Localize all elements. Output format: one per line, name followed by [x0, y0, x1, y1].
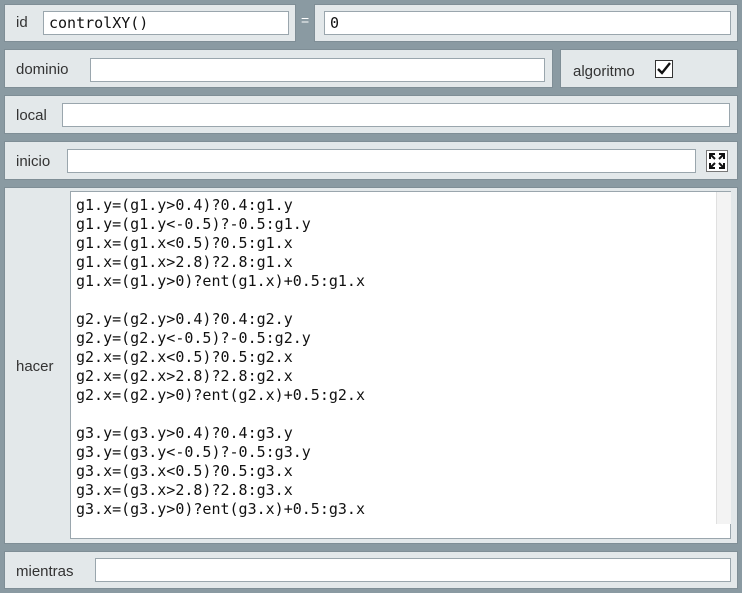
- inicio-input[interactable]: [67, 149, 696, 173]
- id-input[interactable]: controlXY(): [43, 11, 289, 35]
- mientras-panel: mientras: [4, 551, 738, 589]
- mientras-label: mientras: [16, 563, 74, 580]
- local-panel: local: [4, 95, 738, 134]
- local-label: local: [16, 107, 47, 124]
- value-input[interactable]: 0: [324, 11, 731, 35]
- hacer-scrollbar[interactable]: [716, 192, 731, 524]
- algoritmo-panel: algoritmo: [560, 49, 738, 88]
- mientras-input[interactable]: [95, 558, 731, 582]
- id-label: id: [16, 14, 28, 31]
- inicio-panel: inicio: [4, 141, 738, 180]
- id-panel: id controlXY(): [4, 4, 296, 42]
- hacer-label: hacer: [16, 358, 54, 375]
- dominio-label: dominio: [16, 61, 69, 78]
- algoritmo-label: algoritmo: [573, 63, 635, 80]
- expand-icon: [709, 153, 725, 169]
- checkmark-icon: [657, 62, 671, 75]
- dominio-input[interactable]: [90, 58, 545, 82]
- local-input[interactable]: [62, 103, 730, 127]
- hacer-textarea[interactable]: g1.y=(g1.y>0.4)?0.4:g1.y g1.y=(g1.y<-0.5…: [70, 191, 731, 539]
- inicio-label: inicio: [16, 153, 51, 170]
- equals-sign: =: [301, 12, 310, 28]
- algoritmo-checkbox[interactable]: [655, 60, 673, 78]
- value-panel: 0: [314, 4, 738, 42]
- expand-button[interactable]: [706, 150, 728, 172]
- hacer-panel: hacer g1.y=(g1.y>0.4)?0.4:g1.y g1.y=(g1.…: [4, 187, 738, 544]
- dominio-panel: dominio: [4, 49, 553, 88]
